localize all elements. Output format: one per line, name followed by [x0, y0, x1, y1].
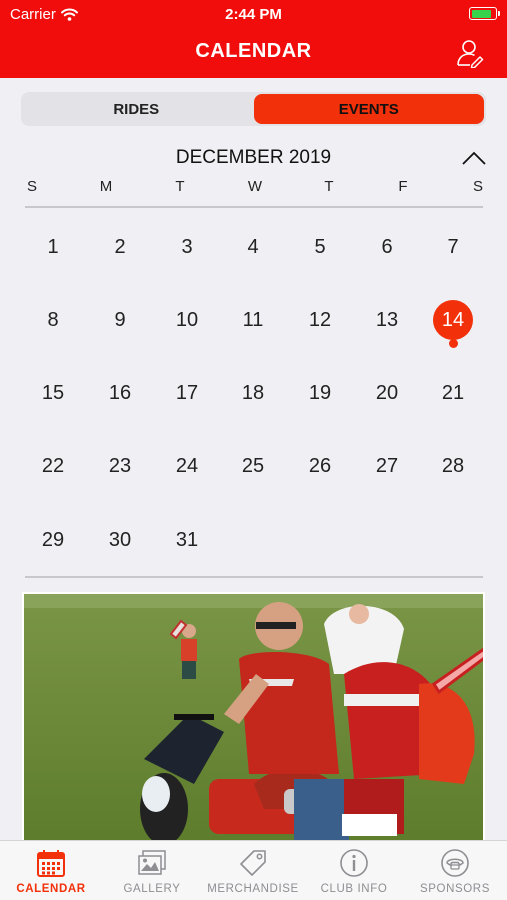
calendar-icon: [37, 850, 65, 877]
calendar-day[interactable]: 4: [233, 227, 273, 267]
tab-sponsors[interactable]: SPONSORS: [405, 847, 505, 895]
calendar-day[interactable]: 15: [33, 374, 73, 414]
calendar-day[interactable]: 3: [167, 227, 207, 267]
tab-label: GALLERY: [123, 883, 181, 895]
chevron-up-icon[interactable]: [461, 150, 487, 166]
status-time: 2:44 PM: [225, 6, 282, 23]
calendar-day[interactable]: 24: [167, 447, 207, 487]
calendar-day[interactable]: 31: [167, 520, 207, 560]
user-edit-icon[interactable]: [455, 38, 485, 68]
calendar-bottom-divider: [25, 576, 483, 578]
calendar-day[interactable]: 1: [33, 227, 73, 267]
calendar-day[interactable]: 6: [367, 227, 407, 267]
tab-label: MERCHANDISE: [207, 883, 299, 895]
calendar-day[interactable]: 17: [167, 374, 207, 414]
calendar-day[interactable]: 5: [300, 227, 340, 267]
weekday-label: T: [175, 178, 185, 195]
calendar-day[interactable]: 30: [100, 520, 140, 560]
weekday-label: F: [398, 178, 408, 195]
calendar-day[interactable]: 22: [33, 447, 73, 487]
tab-label: CALENDAR: [16, 883, 86, 895]
battery-icon: [469, 7, 500, 20]
tab-merchandise[interactable]: MERCHANDISE: [203, 847, 303, 895]
calendar-day[interactable]: 13: [367, 300, 407, 340]
calendar-day[interactable]: 8: [33, 300, 73, 340]
app-header: Carrier 2:44 PM CALENDAR: [0, 0, 507, 78]
rides-events-segment: RIDES EVENTS: [21, 92, 486, 126]
calendar-day-selected[interactable]: 14: [433, 300, 473, 341]
info-icon: [340, 849, 368, 877]
tab-label: SPONSORS: [420, 883, 490, 895]
calendar-day[interactable]: 10: [167, 300, 207, 340]
calendar-day[interactable]: 18: [233, 374, 273, 414]
calendar-day[interactable]: 23: [100, 447, 140, 487]
calendar-day[interactable]: 2: [100, 227, 140, 267]
calendar-day[interactable]: 19: [300, 374, 340, 414]
weekday-label: S: [472, 178, 483, 195]
calendar-day[interactable]: 21: [433, 374, 473, 414]
calendar-day[interactable]: 16: [100, 374, 140, 414]
calendar-day[interactable]: 28: [433, 447, 473, 487]
calendar-day[interactable]: 7: [433, 227, 473, 267]
calendar-day[interactable]: 20: [367, 374, 407, 414]
weekday-label: M: [99, 178, 113, 195]
calendar-day[interactable]: 11: [233, 300, 273, 340]
event-indicator-dot: [448, 339, 458, 349]
calendar-day-grid: 1 2 3 4 5 6 7 8 9 10 11 12 13 14 15 16 17 18 19 20 21 22 23 24 2…: [0, 210, 507, 575]
calendar-day[interactable]: 27: [367, 447, 407, 487]
weekday-label: W: [247, 178, 263, 195]
tab-bar: CALENDAR GALLERY MERCHANDISE CLUB INFO S…: [0, 840, 507, 900]
tab-gallery[interactable]: GALLERY: [102, 847, 202, 895]
month-label: DECEMBER 2019: [175, 147, 332, 168]
tag-icon: [240, 850, 266, 876]
tab-label: CLUB INFO: [320, 883, 388, 895]
tab-club-info[interactable]: CLUB INFO: [304, 847, 404, 895]
status-bar: Carrier 2:44 PM: [0, 6, 507, 24]
segment-events[interactable]: EVENTS: [253, 94, 484, 124]
calendar-day[interactable]: 12: [300, 300, 340, 340]
calendar-day[interactable]: 26: [300, 447, 340, 487]
weekday-label: T: [324, 178, 334, 195]
gallery-icon: [138, 850, 166, 875]
event-photo[interactable]: [22, 592, 485, 842]
segment-rides[interactable]: RIDES: [21, 92, 252, 126]
weekday-label: S: [26, 178, 37, 195]
calendar-day[interactable]: 9: [100, 300, 140, 340]
tab-calendar[interactable]: CALENDAR: [1, 847, 101, 895]
phone-icon: [441, 849, 469, 877]
calendar-day[interactable]: 29: [33, 520, 73, 560]
weekday-header: S M T W T F S: [0, 178, 507, 198]
page-title: CALENDAR: [195, 40, 312, 62]
calendar-day[interactable]: 25: [233, 447, 273, 487]
calendar-top-divider: [25, 206, 483, 208]
